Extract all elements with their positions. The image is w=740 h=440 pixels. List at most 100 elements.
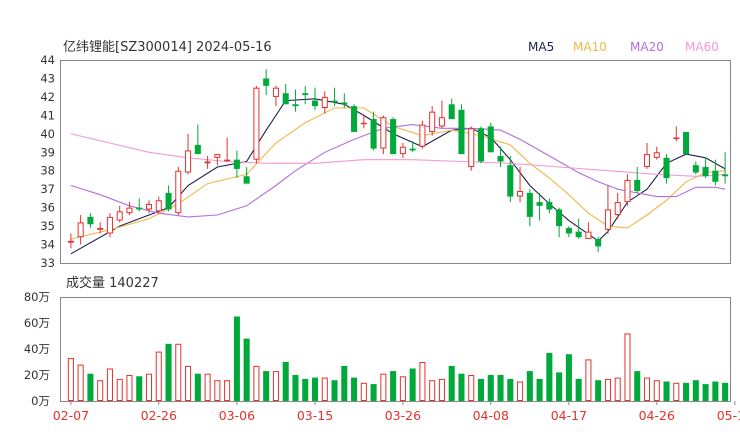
volume-bar	[321, 377, 328, 402]
price-panel-frame	[60, 60, 731, 264]
candle	[282, 83, 289, 105]
candle-body	[145, 203, 153, 210]
volume-bar	[653, 380, 660, 402]
candle-body	[87, 216, 94, 225]
volume-bar	[409, 368, 416, 401]
candle	[487, 122, 494, 153]
candle	[390, 117, 397, 155]
candle-body	[409, 148, 416, 151]
candle-body	[292, 104, 299, 107]
volume-bar	[370, 384, 377, 401]
volume-bar	[663, 381, 670, 401]
candle-body	[468, 128, 475, 168]
volume-bar	[106, 368, 113, 401]
candle-body	[185, 150, 192, 173]
ma-line-ma60	[70, 133, 726, 177]
chart-legend: MA5 MA10 MA20 MA60	[528, 40, 719, 54]
candle-body	[214, 154, 221, 158]
candle-body	[224, 159, 231, 162]
candle-body	[565, 227, 572, 234]
candle	[604, 185, 611, 234]
candle	[634, 167, 641, 193]
candle-body	[116, 211, 123, 221]
candle	[546, 198, 553, 214]
price-y-tick-label: 44	[40, 53, 55, 67]
candle	[448, 98, 455, 120]
candle-body	[399, 146, 406, 155]
candle-body	[380, 117, 387, 149]
candle	[185, 133, 192, 175]
volume-y-tick-label: 0万	[31, 394, 50, 408]
candle	[302, 85, 309, 105]
price-y-tick-label: 38	[40, 164, 55, 178]
volume-bar	[380, 373, 387, 402]
candle-body	[253, 87, 260, 160]
candle	[263, 69, 270, 96]
candle-body	[106, 216, 113, 234]
candle-body	[370, 119, 377, 149]
price-y-tick-label: 33	[40, 256, 55, 270]
x-tick-label: 03-15	[297, 408, 333, 423]
x-tick-label: 05-10	[717, 408, 740, 423]
candle	[497, 146, 504, 168]
candle-body	[448, 104, 455, 120]
candle-body	[575, 231, 582, 238]
candle-body	[712, 170, 719, 182]
candle	[116, 205, 123, 223]
candle	[253, 85, 260, 164]
volume-bar	[224, 380, 231, 402]
price-y-tick-label: 40	[40, 127, 55, 141]
price-y-tick-label: 42	[40, 90, 55, 104]
candle	[429, 106, 436, 136]
price-y-tick-label: 39	[40, 145, 55, 159]
candle-body	[390, 119, 397, 155]
candle	[683, 131, 690, 155]
ma-line-ma5	[70, 98, 726, 255]
volume-y-axis: 0万 20万 40万 60万 80万	[24, 290, 50, 408]
candle-body	[165, 192, 172, 210]
candle	[692, 161, 699, 175]
legend-ma10: MA10	[573, 40, 607, 54]
candle	[526, 189, 533, 227]
volume-bar	[419, 362, 426, 401]
candle-body	[556, 209, 563, 227]
volume-bar	[67, 358, 74, 402]
volume-bar	[97, 380, 104, 402]
x-tick-label: 04-17	[551, 408, 587, 423]
candle	[87, 213, 94, 228]
candle	[614, 192, 621, 219]
volume-y-tick-label: 40万	[24, 342, 50, 356]
volume-bar	[194, 373, 201, 401]
candle-body	[360, 122, 367, 125]
candle	[702, 157, 709, 179]
x-tick-label: 04-26	[639, 408, 675, 423]
stock-chart: 亿纬锂能[SZ300014] 2024-05-16 MA5 MA10 MA20 …	[24, 40, 740, 423]
candle	[517, 167, 524, 203]
x-tick-label: 03-26	[385, 408, 421, 423]
candle-body	[77, 222, 84, 238]
volume-y-tick-label: 80万	[24, 290, 50, 304]
candle-body	[341, 102, 348, 105]
candle	[233, 150, 240, 179]
volume-bar	[214, 380, 221, 402]
candle-body	[546, 202, 553, 210]
candle-body	[429, 111, 436, 132]
volume-bar	[204, 373, 211, 402]
volume-bar	[341, 365, 348, 401]
candle-body	[487, 126, 494, 153]
volume-bar	[185, 365, 192, 401]
candle-body	[477, 128, 485, 162]
volume-bar	[604, 378, 611, 401]
candle-body	[595, 239, 602, 247]
ma-line-ma10	[70, 107, 726, 240]
candle	[214, 154, 221, 166]
volume-bar	[429, 380, 436, 402]
candle-body	[634, 179, 641, 192]
volume-bar	[145, 373, 153, 402]
volume-bar	[77, 364, 84, 402]
volume-bar	[87, 373, 94, 401]
volume-bar	[712, 381, 719, 401]
candle-body	[683, 131, 690, 155]
candle-body	[673, 137, 680, 140]
volume-bar	[468, 375, 475, 401]
